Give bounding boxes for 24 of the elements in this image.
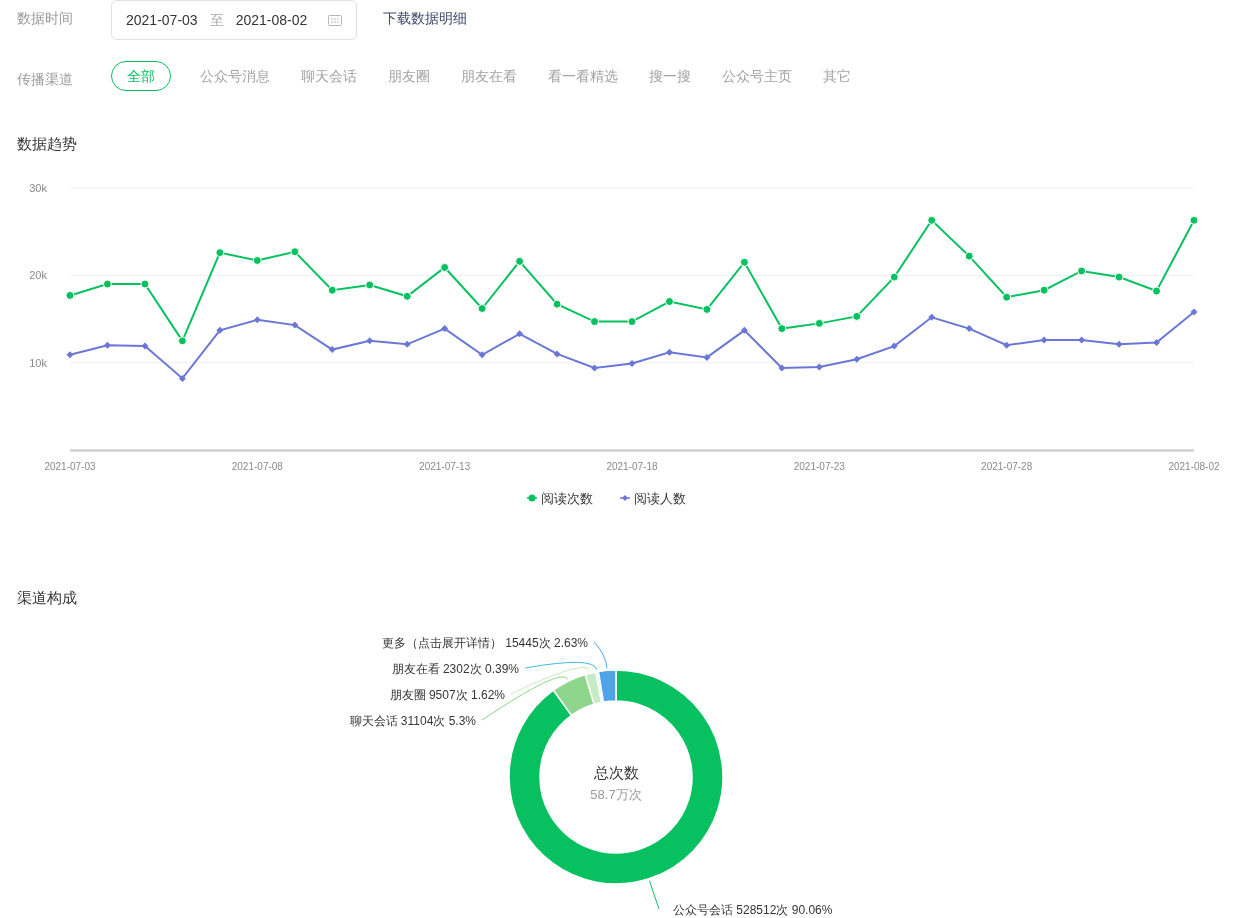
filter-label: 传播渠道 — [16, 69, 74, 89]
axis-tick-label: 2021-07-08 — [231, 460, 283, 472]
start-date: 2021-07-03 — [126, 10, 198, 30]
axis-tick-label: 10k — [29, 356, 47, 369]
slice-label: 更多（点击展开详情） 15445次 2.63% — [381, 636, 588, 650]
slice-label: 公众号会话 528512次 90.06% — [673, 903, 833, 917]
slice-label: 聊天会话 31104次 5.3% — [349, 714, 476, 728]
donut-center-title: 总次数 — [593, 764, 639, 781]
axis-tick-label: 30k — [29, 181, 47, 194]
axis-tick-label: 2021-07-28 — [981, 460, 1033, 472]
section-title: 渠道构成 — [16, 587, 78, 608]
axis-tick-label: 2021-07-13 — [419, 460, 471, 472]
slice-label: 朋友在看 2302次 0.39% — [391, 662, 519, 676]
filter-label: 数据时间 — [16, 9, 74, 28]
axis-tick-label: 2021-07-18 — [606, 460, 658, 472]
axis-tick-label: 2021-07-23 — [793, 460, 845, 472]
section-title: 数据趋势 — [16, 134, 78, 154]
slice-label: 朋友圈 9507次 1.62% — [389, 688, 505, 702]
donut-center-value: 58.7万次 — [590, 787, 642, 802]
axis-tick-label: 2021-08-02 — [1168, 460, 1220, 472]
end-date: 2021-08-02 — [235, 10, 308, 30]
axis-tick-label: 20k — [29, 268, 47, 281]
axis-tick-label: 2021-07-03 — [44, 460, 96, 472]
date-separator: 至 — [209, 10, 224, 30]
